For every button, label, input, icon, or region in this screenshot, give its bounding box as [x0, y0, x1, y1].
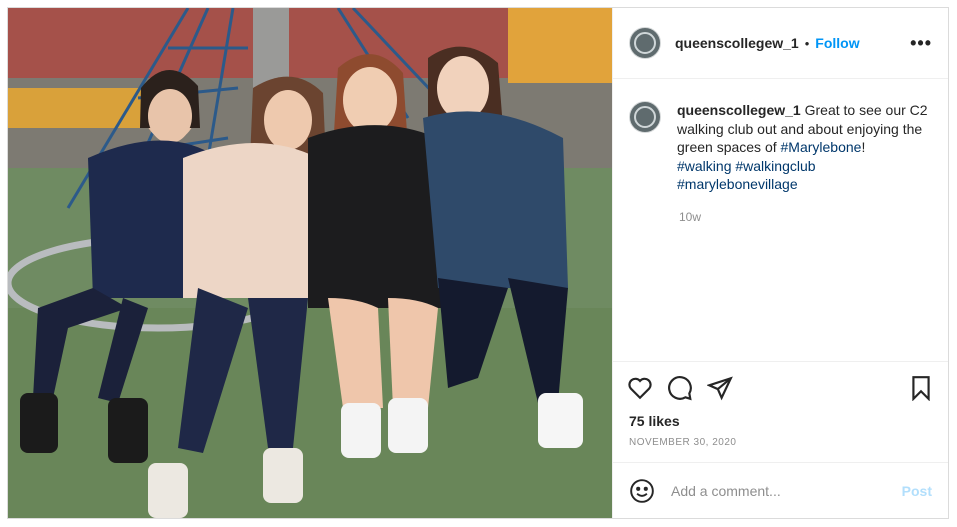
post-header: queenscollegew_1 • Follow •••	[613, 8, 948, 79]
instagram-post: queenscollegew_1 • Follow ••• queenscoll…	[7, 7, 949, 519]
crest-icon	[634, 106, 656, 128]
caption-text-end: !	[861, 139, 866, 155]
crest-icon	[634, 32, 656, 54]
post-sidebar: queenscollegew_1 • Follow ••• queenscoll…	[612, 8, 948, 518]
hashtag-walking[interactable]: #walking	[677, 158, 731, 174]
separator-dot: •	[804, 35, 810, 51]
more-options-icon[interactable]: •••	[910, 33, 932, 54]
post-comment-button[interactable]: Post	[902, 483, 932, 499]
hashtag-marylebone[interactable]: #Marylebone	[781, 139, 862, 155]
comment-input[interactable]	[669, 481, 902, 500]
comment-icon[interactable]	[667, 375, 693, 401]
post-date: NOVEMBER 30, 2020	[629, 437, 737, 448]
follow-button[interactable]: Follow	[815, 35, 859, 51]
post-photo[interactable]	[8, 8, 612, 518]
caption-username[interactable]: queenscollegew_1	[677, 102, 801, 118]
paper-plane-icon[interactable]	[707, 375, 733, 401]
caption-avatar[interactable]	[629, 101, 661, 133]
action-bar	[613, 361, 948, 413]
hashtag-walkingclub[interactable]: #walkingclub	[735, 158, 815, 174]
post-age[interactable]: 10w	[679, 210, 932, 224]
caption-row: queenscollegew_1 Great to see our C2 wal…	[629, 101, 932, 194]
caption: queenscollegew_1 Great to see our C2 wal…	[677, 101, 932, 194]
heart-icon[interactable]	[627, 375, 653, 401]
header-username[interactable]: queenscollegew_1	[675, 35, 799, 51]
smiley-icon[interactable]	[629, 478, 655, 504]
avatar[interactable]	[629, 27, 661, 59]
bookmark-icon[interactable]	[908, 375, 934, 401]
comments-area: queenscollegew_1 Great to see our C2 wal…	[613, 79, 948, 361]
hashtag-marylebonevillage[interactable]: #marylebonevillage	[677, 176, 798, 192]
likes-count[interactable]: 75 likes	[613, 413, 948, 429]
add-comment-bar: Post	[613, 462, 948, 518]
photo-girls-on-swing	[8, 8, 612, 518]
